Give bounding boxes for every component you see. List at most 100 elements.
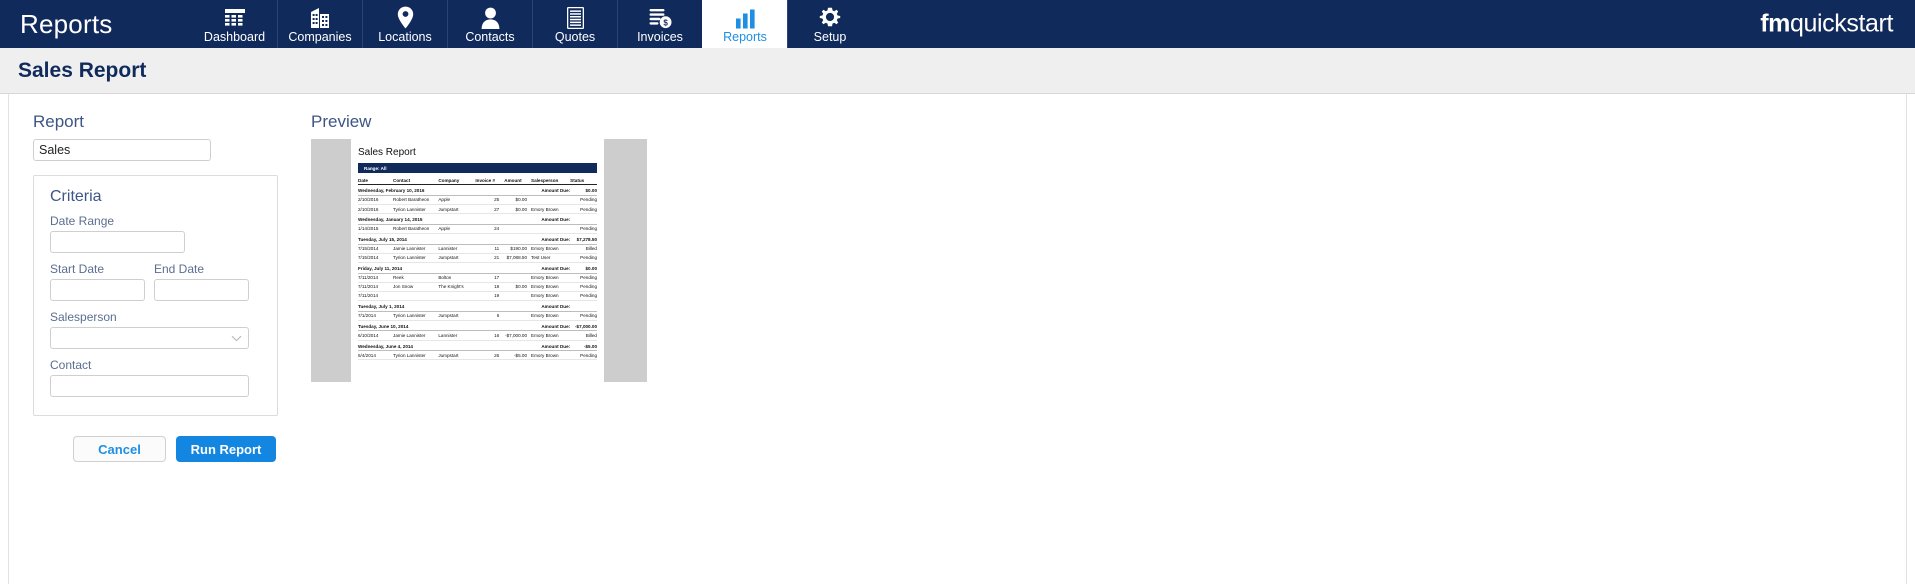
- date-range-field: Date Range: [48, 214, 263, 253]
- preview-col-header: Amount: [504, 176, 532, 186]
- nav-item-dashboard[interactable]: Dashboard: [192, 0, 277, 48]
- preview-group-spacer: [475, 340, 532, 352]
- preview-data-row: 7/11/2014 Jon Snow The Knight's 18 $0.00 Emor…: [358, 282, 597, 292]
- preview-cell-status: Pending: [570, 350, 597, 361]
- nav-item-quotes[interactable]: Quotes: [532, 0, 617, 48]
- start-date-label: Start Date: [50, 262, 105, 276]
- preview-cell-status: Pending: [570, 291, 597, 302]
- preview-amount-due-value: $7,278.50: [570, 233, 597, 245]
- preview-group-heading: Wednesday, June 4, 2014: [358, 340, 476, 352]
- salesperson-field: Salesperson: [48, 310, 263, 349]
- preview-data-row: 1/14/2015 Robert Baratheon Apple 24 Pending: [358, 224, 597, 234]
- preview-cell-company: [438, 291, 476, 302]
- preview-col-header: Status: [570, 176, 597, 186]
- contact-input[interactable]: [50, 375, 249, 397]
- preview-group-row: Tuesday, June 10, 2014 Amount Due: -$7,000…: [358, 320, 597, 332]
- nav-item-contacts[interactable]: Contacts: [447, 0, 532, 48]
- preview-cell-invoice: 16: [475, 330, 505, 341]
- nav-item-locations[interactable]: Locations: [362, 0, 447, 48]
- preview-amount-due-value: [570, 300, 597, 312]
- preview-cell-date: 7/15/2014: [358, 244, 394, 254]
- preview-cell-company: Lannister: [438, 330, 476, 341]
- date-row-field: Start Date End Date: [48, 262, 263, 301]
- document-list-icon: [566, 4, 584, 29]
- brand-logo-bold: fm: [1760, 9, 1791, 38]
- preview-cell-amount: [504, 273, 532, 283]
- preview-amount-due-label: Amount Due:: [531, 262, 571, 274]
- preview-cell-contact: Jon Snow: [393, 282, 439, 292]
- preview-data-row: 2/10/2016 Tyrion Lannister Jumpstart 27 $0.0…: [358, 204, 597, 215]
- preview-cell-status: Pending: [570, 253, 597, 263]
- preview-cell-company: Jumpstart: [438, 253, 476, 263]
- preview-group-spacer: [475, 233, 532, 245]
- preview-cell-date: 2/10/2016: [358, 195, 394, 205]
- preview-cell-salesperson: Emory Brown: [531, 291, 571, 302]
- report-form-panel: Report Sales Criteria Date Range Start D…: [9, 94, 291, 584]
- preview-cell-invoice: 18: [475, 282, 505, 292]
- run-report-button[interactable]: Run Report: [176, 436, 276, 462]
- brand-logo: fmquickstart: [1760, 10, 1893, 39]
- preview-amount-due-value: -$7,000.00: [570, 320, 597, 332]
- svg-text:$: $: [663, 18, 668, 27]
- nav-item-invoices[interactable]: $ Invoices: [617, 0, 702, 48]
- preview-cell-contact: Robert Baratheon: [393, 224, 439, 234]
- preview-amount-due-label: Amount Due:: [531, 340, 571, 352]
- preview-group-spacer: [475, 184, 532, 196]
- preview-group-row: Tuesday, July 15, 2014 Amount Due: $7,278.…: [358, 233, 597, 245]
- preview-amount-due-value: $0.00: [570, 262, 597, 274]
- nav-item-companies[interactable]: Companies: [277, 0, 362, 48]
- preview-data-row: 7/11/2014 Reek Bolton 17 Emory Brown Pending: [358, 273, 597, 283]
- cancel-button[interactable]: Cancel: [73, 436, 166, 462]
- preview-amount-due-value: $0.00: [570, 184, 597, 196]
- preview-cell-company: Jumpstart: [438, 311, 476, 321]
- preview-group-spacer: [475, 300, 532, 312]
- preview-cell-contact: Tyrion Lannister: [393, 350, 439, 361]
- start-date-input[interactable]: [50, 279, 145, 301]
- preview-cell-salesperson: Emory Brown: [531, 244, 571, 254]
- preview-cell-invoice: 24: [475, 224, 505, 234]
- criteria-panel: Criteria Date Range Start Date End Date: [33, 175, 278, 416]
- nav-item-setup[interactable]: Setup: [787, 0, 872, 48]
- preview-cell-date: 7/11/2014: [358, 282, 394, 292]
- preview-data-row: 6/10/2014 Jamie Lannister Lannister 16 -$7,0…: [358, 330, 597, 341]
- preview-cell-contact: [393, 291, 439, 302]
- date-range-input[interactable]: [50, 231, 185, 253]
- preview-cell-invoice: 25: [475, 195, 505, 205]
- preview-cell-status: Pending: [570, 273, 597, 283]
- preview-cell-company: Lannister: [438, 244, 476, 254]
- preview-cell-contact: Jamie Lannister: [393, 330, 439, 341]
- contact-label: Contact: [50, 358, 92, 372]
- preview-group-row: Tuesday, July 1, 2014 Amount Due:: [358, 300, 597, 312]
- preview-cell-contact: Tyrion Lannister: [393, 311, 439, 321]
- preview-cell-company: Jumpstart: [438, 204, 476, 215]
- end-date-input[interactable]: [154, 279, 249, 301]
- preview-cell-company: Apple: [438, 195, 476, 205]
- salesperson-select[interactable]: [50, 327, 249, 349]
- preview-cell-invoice: 21: [475, 253, 505, 263]
- preview-group-spacer: [475, 262, 532, 274]
- preview-cell-salesperson: Emory Brown: [531, 311, 571, 321]
- nav-item-reports[interactable]: Reports: [702, 0, 787, 48]
- preview-cell-salesperson: [531, 224, 571, 234]
- preview-cell-invoice: 6: [475, 311, 505, 321]
- preview-group-heading: Tuesday, June 10, 2014: [358, 320, 476, 332]
- nav-item-label: Locations: [378, 30, 432, 44]
- preview-amount-due-value: [570, 213, 597, 225]
- person-icon: [481, 4, 500, 29]
- preview-group-row: Wednesday, January 14, 2015 Amount Due:: [358, 213, 597, 225]
- end-date-field: End Date: [154, 262, 249, 301]
- preview-cell-company: The Knight's: [438, 282, 476, 292]
- content-area: Report Sales Criteria Date Range Start D…: [8, 94, 1907, 584]
- salesperson-label: Salesperson: [50, 310, 117, 324]
- preview-cell-status: Billed: [570, 244, 597, 254]
- report-name-input[interactable]: Sales: [33, 139, 211, 161]
- preview-group-heading: Wednesday, January 14, 2015: [358, 213, 476, 225]
- preview-data-row: 6/4/2014 Tyrion Lannister Jumpstart 26 -$5.0…: [358, 350, 597, 361]
- criteria-title: Criteria: [50, 188, 102, 205]
- preview-group-row: Wednesday, February 10, 2016 Amount Due: $…: [358, 184, 597, 196]
- preview-stage[interactable]: Sales Report Range: All Date Contact Compa…: [311, 139, 647, 382]
- nav-item-label: Dashboard: [203, 30, 266, 44]
- preview-cell-salesperson: Emory Brown: [531, 204, 571, 215]
- preview-report-title: Sales Report: [358, 147, 416, 158]
- preview-cell-date: 6/10/2014: [358, 330, 394, 341]
